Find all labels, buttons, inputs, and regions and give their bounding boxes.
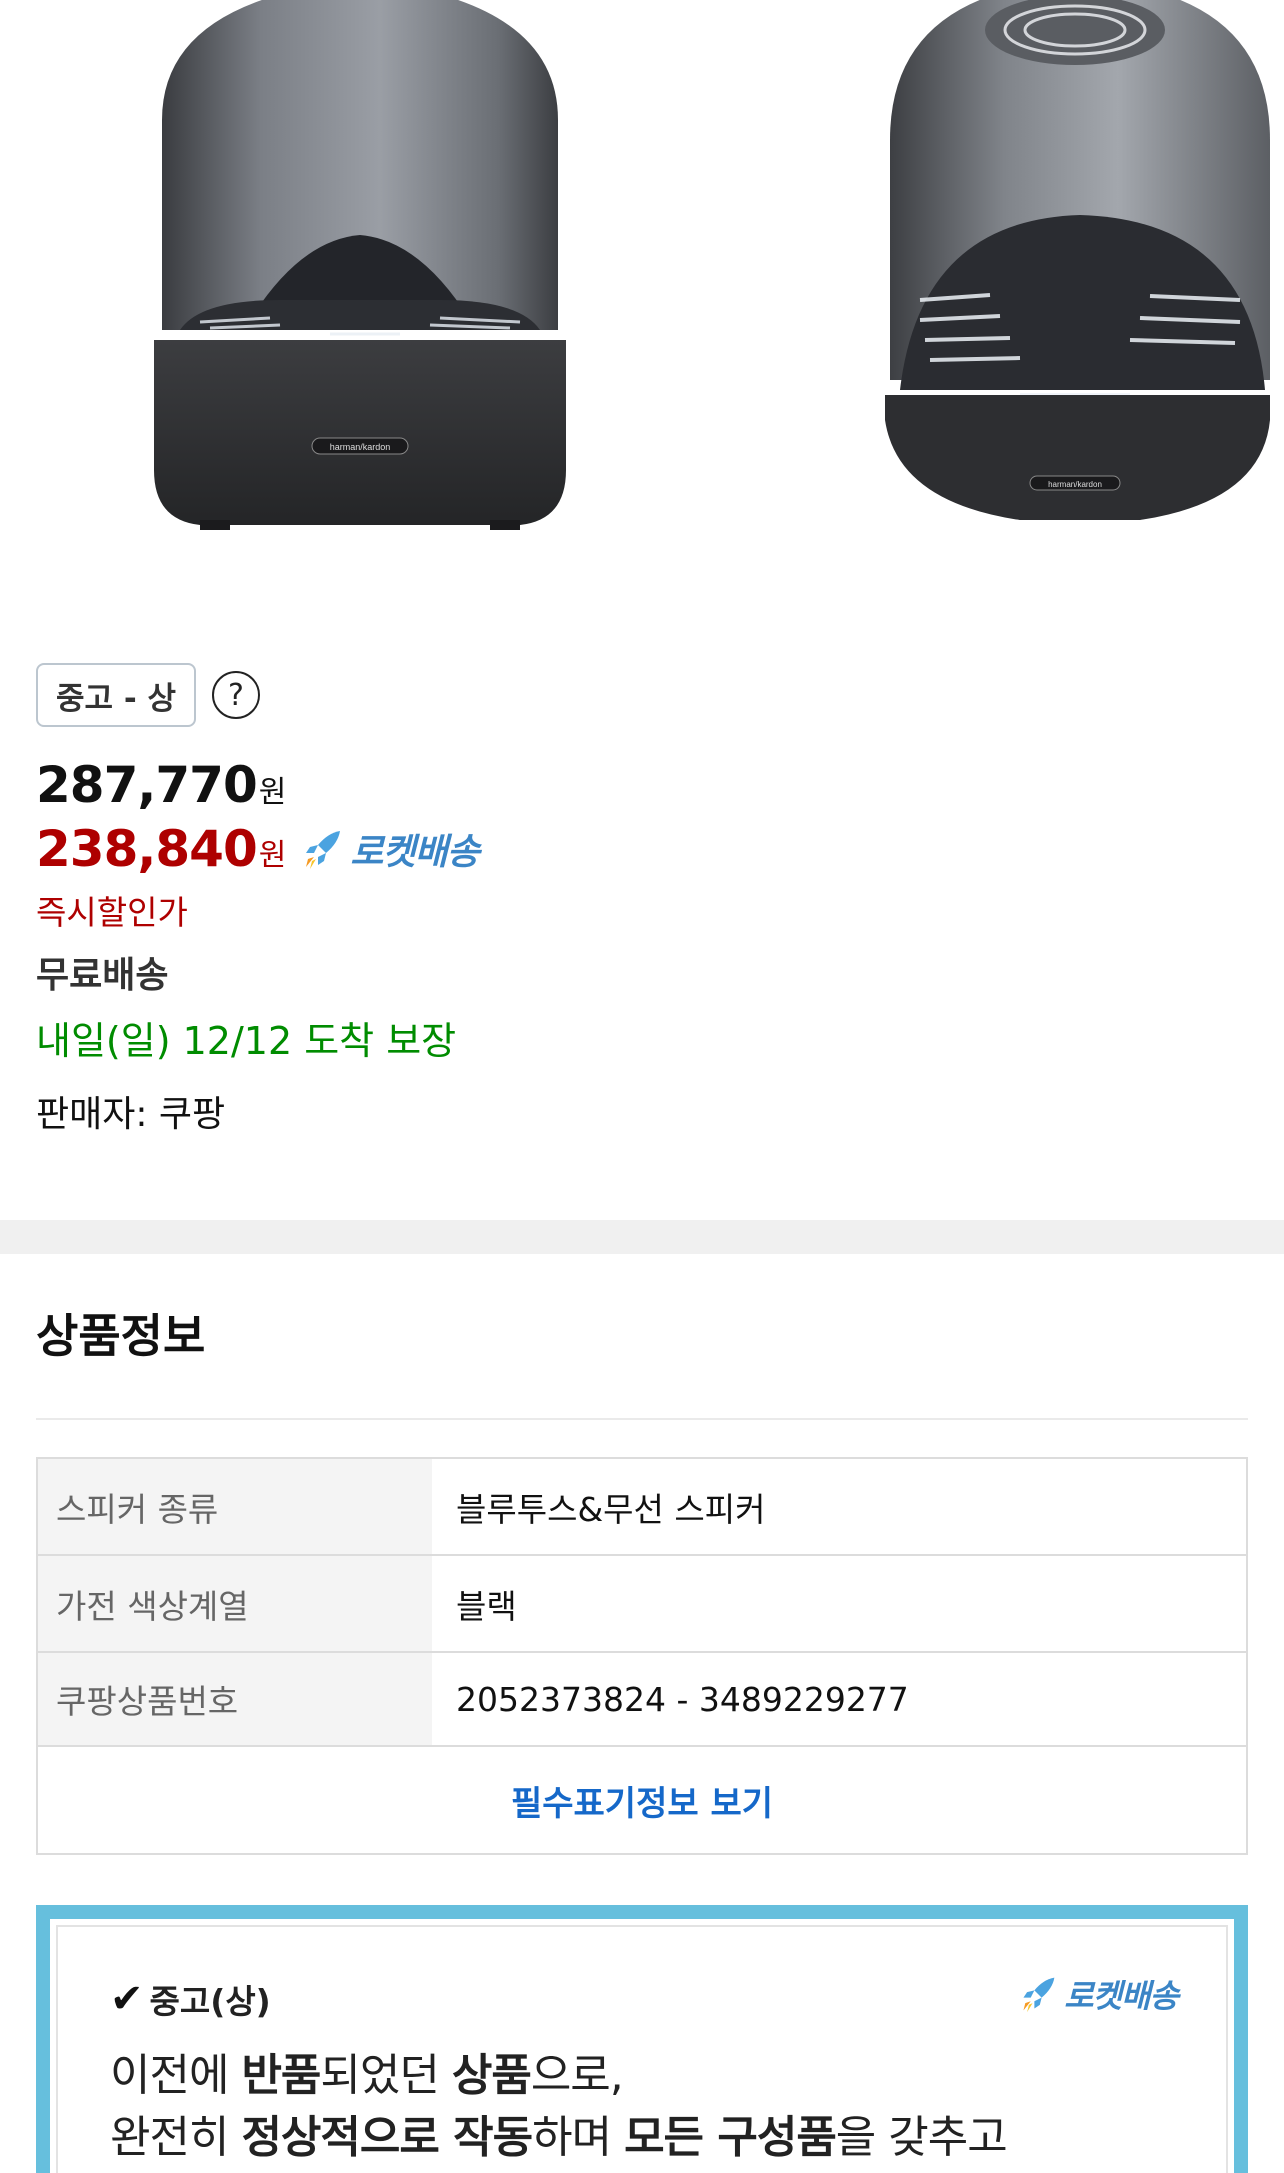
spec-table: 스피커 종류 블루투스&무선 스피커 가전 색상계열 블랙 쿠팡상품번호 205…: [36, 1457, 1248, 1855]
sale-price-unit: 원: [258, 838, 287, 873]
condition-badge: 중고 - 상: [36, 663, 197, 727]
discount-label: 즉시할인가: [36, 893, 188, 932]
used-notice-header: ✔ 중고(상): [110, 1975, 271, 2023]
sale-price: 238,840 원 로켓배송: [36, 820, 480, 878]
condition-row: 중고 - 상 ?: [36, 660, 1248, 730]
brand-logo-text: harman/kardon: [1048, 480, 1102, 489]
rocket-delivery-badge: 로켓배송: [300, 823, 480, 875]
spec-value: 블루투스&무선 스피커: [456, 1489, 766, 1529]
product-image-top[interactable]: harman/kardon: [880, 0, 1284, 520]
used-notice-line-2: 완전히 정상적으로 작동하며 모든 구성품을 갖추고: [110, 2112, 1008, 2163]
product-image-front[interactable]: harman/kardon: [140, 0, 580, 540]
table-row: 가전 색상계열 블랙: [38, 1556, 1246, 1653]
rocket-icon: [306, 831, 341, 869]
product-image-gallery[interactable]: harman/kardon harman/kardon: [0, 0, 1284, 610]
table-row: 스피커 종류 블루투스&무선 스피커: [38, 1459, 1246, 1556]
spec-key: 가전 색상계열: [38, 1556, 432, 1651]
rocket-icon: [1023, 1977, 1055, 2013]
sale-price-amount: 238,840: [36, 820, 258, 878]
spec-value: 블랙: [456, 1586, 517, 1626]
seller-label: 판매자: 쿠팡: [36, 1094, 226, 1135]
used-notice-title: 중고(상): [149, 1982, 271, 2021]
brand-logo-text: harman/kardon: [330, 442, 391, 452]
spec-value: 2052373824 - 3489229277: [456, 1679, 909, 1719]
rocket-delivery-label: 로켓배송: [1064, 1977, 1179, 2015]
section-divider: [0, 1220, 1284, 1254]
shipping-label: 무료배송: [36, 955, 169, 996]
used-product-notice: ✔ 중고(상) 로켓배송 이전에 반품되었던 상품으로, 완전히 정상적으로 작…: [36, 1905, 1248, 2173]
product-info-title: 상품정보: [36, 1309, 206, 1363]
spec-key: 스피커 종류: [38, 1459, 432, 1554]
table-row: 쿠팡상품번호 2052373824 - 3489229277: [38, 1653, 1246, 1747]
original-price-unit: 원: [258, 775, 287, 810]
rocket-delivery-badge: 로켓배송: [1018, 1971, 1179, 2017]
used-notice-inner: ✔ 중고(상) 로켓배송 이전에 반품되었던 상품으로, 완전히 정상적으로 작…: [56, 1925, 1228, 2173]
rocket-delivery-label: 로켓배송: [350, 832, 479, 873]
help-icon[interactable]: ?: [212, 671, 261, 719]
original-price: 287,770원: [36, 756, 286, 814]
used-notice-description: 이전에 반품되었던 상품으로, 완전히 정상적으로 작동하며 모든 구성품을 갖…: [110, 2045, 1008, 2169]
section-rule: [36, 1418, 1248, 1420]
used-notice-line-1: 이전에 반품되었던 상품으로,: [110, 2050, 624, 2101]
check-icon: ✔: [110, 1976, 144, 2022]
product-summary: 중고 - 상 ? 287,770원 238,840 원 로켓배송 즉시할인가 무료…: [36, 660, 1248, 1135]
spec-key: 쿠팡상품번호: [38, 1653, 432, 1745]
arrival-guarantee: 내일(일) 12/12 도착 보장: [36, 1019, 457, 1063]
required-info-link[interactable]: 필수표기정보 보기: [38, 1747, 1246, 1853]
original-price-amount: 287,770: [36, 756, 258, 814]
